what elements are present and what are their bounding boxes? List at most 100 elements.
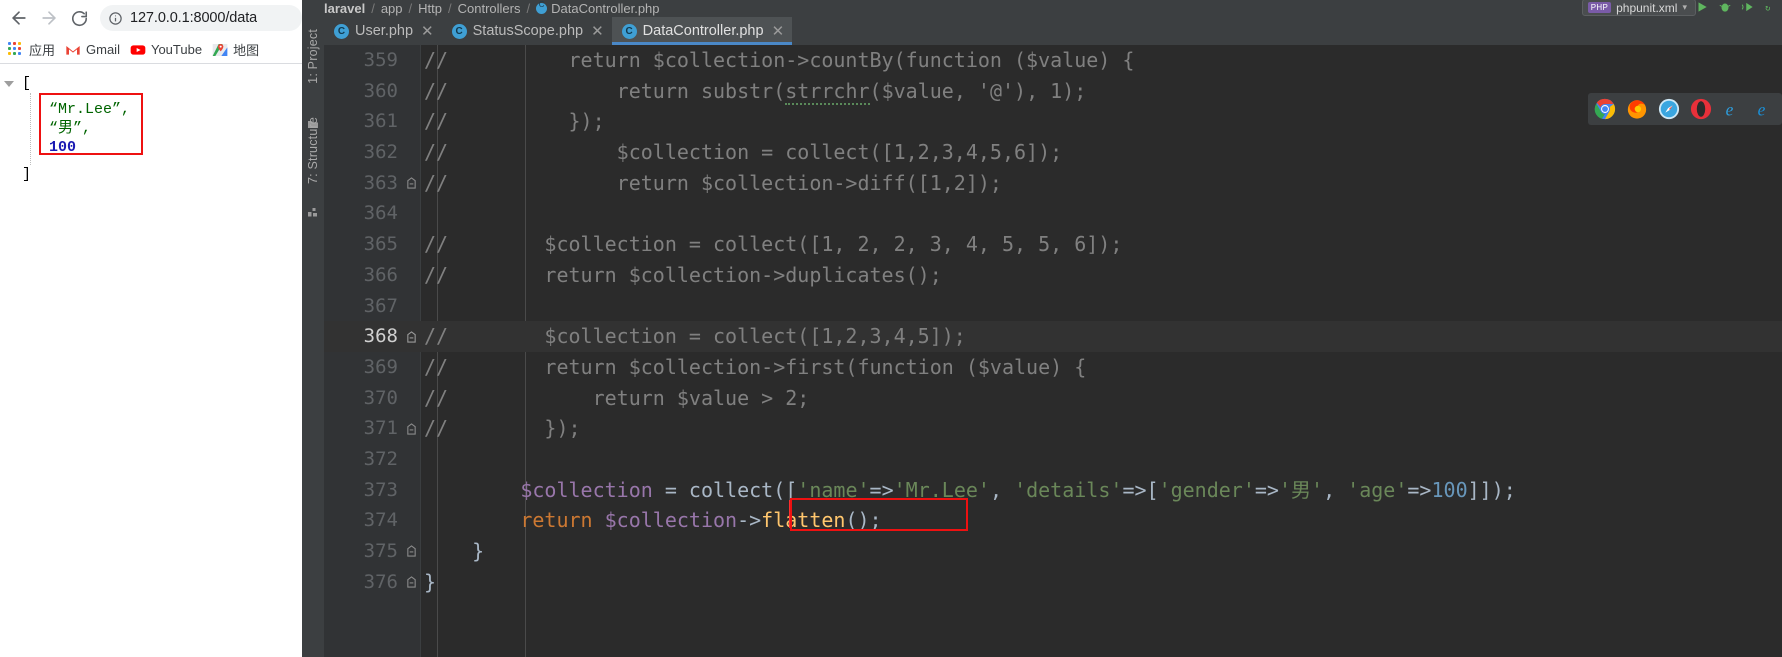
breadcrumb-item-file[interactable]: DataController.php — [551, 1, 659, 16]
code-line-362[interactable]: 362 // $collection = collect([1,2,3,4,5,… — [324, 137, 1782, 168]
opera-icon[interactable] — [1690, 98, 1712, 120]
close-icon[interactable]: ✕ — [591, 24, 604, 39]
reload-icon[interactable] — [64, 3, 94, 33]
code-line-372[interactable]: 372 — [324, 444, 1782, 475]
forward-arrow-icon[interactable] — [34, 3, 64, 33]
tab-statusscope-php[interactable]: StatusScope.php ✕ — [442, 17, 612, 45]
maps-icon — [212, 42, 228, 58]
line-number: 359 — [363, 49, 398, 71]
fold-collapse-icon[interactable] — [402, 545, 420, 557]
bookmark-label: YouTube — [150, 42, 203, 57]
structure-icon[interactable] — [307, 203, 319, 217]
edge-icon[interactable]: e — [1754, 98, 1776, 120]
debug-icon[interactable] — [1718, 0, 1732, 17]
code-line-369[interactable]: 369 // return $collection->first(functio… — [324, 352, 1782, 383]
bookmark-label: 应用 — [29, 43, 56, 58]
apps-grid-icon — [8, 41, 24, 58]
run-config-name: phpunit.xml — [1616, 0, 1678, 15]
coverage-icon[interactable] — [1741, 0, 1755, 17]
line-number: 367 — [363, 294, 398, 317]
php-class-icon — [536, 0, 548, 14]
code-line-373[interactable]: 373 $collection = collect(['name'=>'Mr.L… — [324, 475, 1782, 506]
fold-collapse-icon[interactable] — [402, 330, 420, 343]
line-code: // }); — [424, 416, 581, 441]
line-code: // $collection = collect([1,2,3,4,5,6]); — [424, 140, 1063, 165]
sidebar-item-project[interactable]: 1: Project — [306, 29, 320, 84]
open-in-browser-popup: e e — [1588, 93, 1782, 125]
code-line-359[interactable]: 359 // return $collection->countBy(funct… — [324, 45, 1782, 76]
code-line-361[interactable]: 361 // }); — [324, 106, 1782, 137]
code-line-370[interactable]: 370 // return $value > 2; — [324, 383, 1782, 414]
line-code: // return $collection->duplicates(); — [424, 262, 942, 287]
tab-datacontroller-php[interactable]: DataController.php ✕ — [611, 17, 793, 45]
code-line-367[interactable]: 367 — [324, 291, 1782, 322]
profile-icon[interactable]: ↻ — [1764, 0, 1778, 17]
browser-toolbar: 127.0.0.1:8000/data — [0, 0, 302, 36]
breadcrumb-item-project[interactable]: laravel — [324, 1, 365, 16]
address-bar[interactable]: 127.0.0.1:8000/data — [100, 5, 302, 31]
line-number: 371 — [363, 417, 398, 440]
json-viewer: [ “Mr.Lee”, “男”, 100 ] — [4, 74, 302, 184]
json-close-bracket: ] — [22, 166, 32, 183]
line-number: 372 — [363, 447, 398, 470]
run-icon[interactable] — [1695, 0, 1709, 17]
fold-collapse-icon[interactable] — [402, 177, 420, 189]
tab-label: DataController.php — [642, 23, 764, 39]
bookmark-gmail[interactable]: Gmail — [61, 40, 126, 60]
line-code: // return $collection->countBy(function … — [424, 48, 1135, 72]
firefox-icon[interactable] — [1626, 98, 1648, 120]
json-open-bracket: [ — [22, 75, 32, 92]
bookmark-maps[interactable]: 地图 — [208, 38, 265, 61]
run-configuration-selector[interactable]: PHP phpunit.xml ▾ — [1581, 0, 1696, 16]
code-line-375[interactable]: 375 } — [324, 536, 1782, 567]
ie-icon[interactable]: e — [1722, 98, 1744, 120]
fold-collapse-icon[interactable] — [402, 422, 420, 435]
line-number: 373 — [363, 478, 398, 501]
info-circle-icon — [108, 11, 123, 26]
line-code: $collection = collect(['name'=>'Mr.Lee',… — [520, 477, 1516, 502]
line-number: 363 — [363, 171, 398, 194]
left-tool-strip: 1: Project 7: Structure — [302, 17, 324, 657]
code-line-371[interactable]: 371 // }); — [324, 413, 1782, 444]
line-code: // return $collection->first(function ($… — [424, 354, 1087, 379]
bookmark-apps[interactable]: 应用 — [4, 38, 61, 61]
chevron-down-icon[interactable]: ▾ — [1682, 2, 1687, 13]
breadcrumb-item-app[interactable]: app — [381, 1, 403, 16]
line-code: } — [424, 539, 485, 563]
line-number: 366 — [363, 263, 398, 286]
bookmarks-bar: 应用 Gmail YouTube 地图 — [0, 36, 302, 64]
close-icon[interactable]: ✕ — [421, 24, 434, 39]
tab-user-php[interactable]: User.php ✕ — [324, 17, 442, 45]
collapse-triangle-icon[interactable] — [4, 81, 14, 87]
code-line-366[interactable]: 366 // return $collection->duplicates(); — [324, 260, 1782, 291]
code-line-360[interactable]: 360 // return substr(strrchr($value, '@'… — [324, 76, 1782, 107]
browser-window: 127.0.0.1:8000/data 应用 Gmail YouTube 地图 … — [0, 0, 302, 657]
code-lines: 359 // return $collection->countBy(funct… — [324, 45, 1782, 597]
php-badge: PHP — [1587, 2, 1612, 13]
line-code: // return $value > 2; — [424, 385, 810, 410]
code-line-363[interactable]: 363 // return $collection->diff([1,2]); — [324, 168, 1782, 199]
line-number: 370 — [363, 386, 398, 409]
svg-text:e: e — [1758, 99, 1766, 119]
close-icon[interactable]: ✕ — [772, 24, 785, 39]
line-number: 362 — [363, 141, 398, 164]
back-arrow-icon[interactable] — [4, 3, 34, 33]
code-line-376[interactable]: 376 } — [324, 567, 1782, 598]
code-line-374[interactable]: 374 return $collection->flatten(); — [324, 505, 1782, 536]
fold-collapse-icon[interactable] — [402, 576, 420, 588]
breadcrumb-separator: / — [408, 1, 413, 16]
youtube-icon — [130, 42, 146, 58]
code-editor[interactable]: 359 // return $collection->countBy(funct… — [324, 45, 1782, 657]
breadcrumb-item-controllers[interactable]: Controllers — [458, 1, 521, 16]
code-line-368[interactable]: 368 // $collection = collect([1,2,3,4,5]… — [324, 321, 1782, 352]
chrome-icon[interactable] — [1594, 98, 1616, 120]
sidebar-item-structure[interactable]: 7: Structure — [306, 117, 320, 184]
line-code: // return substr(strrchr($value, '@'), 1… — [424, 78, 1087, 105]
bookmark-youtube[interactable]: YouTube — [126, 40, 208, 60]
breadcrumb-item-http[interactable]: Http — [418, 1, 442, 16]
breadcrumb-separator: / — [371, 1, 375, 16]
svg-text:↻: ↻ — [1765, 4, 1770, 14]
code-line-365[interactable]: 365 // $collection = collect([1, 2, 2, 3… — [324, 229, 1782, 260]
code-line-364[interactable]: 364 — [324, 198, 1782, 229]
safari-icon[interactable] — [1658, 98, 1680, 120]
